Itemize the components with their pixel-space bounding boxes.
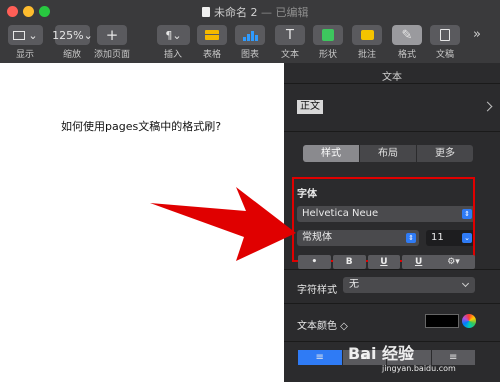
document-label: 文稿	[435, 50, 455, 60]
tab-style[interactable]: 样式	[303, 145, 360, 162]
document-canvas[interactable]: 如何使用pages文稿中的格式刷?	[0, 63, 284, 382]
divider	[284, 303, 500, 304]
advanced-options-button[interactable]: ⚙▾	[432, 255, 475, 269]
bold-button[interactable]: B	[332, 255, 366, 269]
chart-icon	[243, 30, 258, 41]
bullet-button[interactable]: •	[298, 255, 331, 269]
chevron-right-icon[interactable]	[482, 101, 493, 112]
window-title: 未命名 2 — 已编辑	[202, 4, 309, 20]
shape-label: 形状	[318, 50, 338, 60]
tab-layout[interactable]: 布局	[360, 145, 417, 162]
zoom-select[interactable]: 125% ⌄	[52, 25, 93, 45]
document-body-text[interactable]: 如何使用pages文稿中的格式刷?	[61, 118, 221, 134]
divider	[284, 83, 500, 84]
chevron-down-icon: ⌄	[28, 28, 38, 42]
character-style-select[interactable]: 无	[343, 277, 475, 293]
text-format-buttons: • B U U	[298, 255, 435, 269]
table-button[interactable]	[197, 25, 227, 45]
shape-icon	[322, 29, 334, 41]
paintbrush-icon: ✎	[401, 27, 413, 43]
insert-button[interactable]: ¶ ⌄	[157, 25, 190, 45]
character-style-label: 字符样式	[297, 285, 337, 296]
divider	[284, 269, 500, 270]
insert-label: 插入	[163, 50, 183, 60]
format-button[interactable]: ✎	[392, 25, 422, 45]
double-underline-button[interactable]: U	[402, 255, 435, 269]
zoom-label: 缩放	[62, 50, 82, 60]
color-wheel-icon[interactable]	[462, 314, 476, 328]
toolbar-overflow-button[interactable]: »	[473, 27, 481, 42]
align-left-button[interactable]: ≡	[298, 350, 342, 365]
edited-status: — 已编辑	[261, 6, 309, 19]
tab-more[interactable]: 更多	[417, 145, 473, 162]
paragraph-icon: ¶	[165, 28, 173, 42]
document-file-icon	[202, 7, 210, 17]
underline-button[interactable]: U	[367, 255, 401, 269]
document-icon	[440, 29, 450, 41]
divider	[284, 131, 500, 132]
justify-button[interactable]: ≡	[431, 350, 475, 365]
view-button[interactable]: ⌄	[8, 25, 43, 45]
add-page-label: 添加页面	[93, 50, 131, 60]
chart-button[interactable]	[235, 25, 265, 45]
sidebar-icon	[13, 30, 26, 40]
chevron-down-icon	[461, 279, 470, 288]
add-page-button[interactable]: +	[97, 25, 127, 45]
format-label: 格式	[397, 50, 417, 60]
inspector-title: 文本	[382, 72, 402, 83]
text-button[interactable]: T	[275, 25, 305, 45]
table-icon	[205, 30, 219, 40]
format-inspector: 文本 正文 样式 布局 更多 字体 Helvetica Neue ⇕ 常规体 ⇕…	[284, 63, 500, 382]
zoom-window-button[interactable]	[39, 6, 50, 17]
shape-button[interactable]	[313, 25, 343, 45]
document-name: 未命名 2	[214, 6, 258, 19]
comment-icon	[360, 30, 374, 40]
watermark-url: jingyan.baidu.com	[382, 364, 456, 373]
zoom-value: 125%	[52, 28, 84, 42]
text-label: 文本	[280, 50, 300, 60]
minimize-window-button[interactable]	[23, 6, 34, 17]
toolbar: 未命名 2 — 已编辑 ⌄ 显示 125% ⌄ 缩放 + 添加页面 ¶ ⌄ 插入 表…	[0, 0, 500, 63]
pages-window: 未命名 2 — 已编辑 ⌄ 显示 125% ⌄ 缩放 + 添加页面 ¶ ⌄ 插入 表…	[0, 0, 500, 382]
comment-label: 批注	[357, 50, 377, 60]
comment-button[interactable]	[352, 25, 382, 45]
table-label: 表格	[202, 50, 222, 60]
plus-icon: +	[105, 26, 119, 44]
chevron-down-icon: ⌄	[172, 28, 182, 42]
close-window-button[interactable]	[7, 6, 18, 17]
inspector-tabs: 样式 布局 更多	[303, 145, 473, 162]
watermark-logo: Bai 经验	[348, 344, 415, 363]
view-label: 显示	[15, 50, 35, 60]
paragraph-style-selector[interactable]: 正文	[297, 100, 323, 114]
chevron-down-icon: ⌄	[83, 28, 93, 42]
annotation-highlight-box	[292, 177, 475, 262]
text-color-well[interactable]	[425, 314, 459, 328]
chart-label: 图表	[240, 50, 260, 60]
character-style-value: 无	[349, 279, 359, 290]
text-color-label: 文本颜色 ◇	[297, 321, 348, 332]
text-box-icon: T	[286, 27, 294, 43]
document-button[interactable]	[430, 25, 460, 45]
